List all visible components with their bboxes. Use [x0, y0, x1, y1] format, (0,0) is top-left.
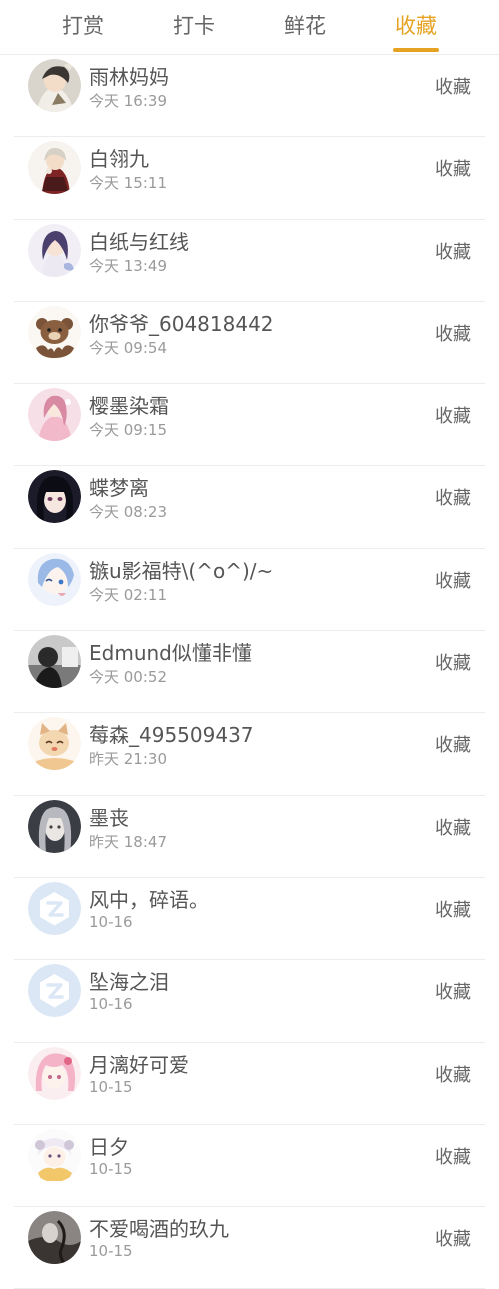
tab-label: 打赏: [62, 14, 104, 38]
tab-bar: 打赏 打卡 鲜花 收藏: [0, 0, 499, 55]
list-item[interactable]: 月漓好可爱 10-15 收藏: [0, 1043, 499, 1125]
list-item[interactable]: 白翎九今天 15:11 收藏: [0, 137, 499, 220]
favorite-label[interactable]: 收藏: [435, 484, 471, 510]
avatar[interactable]: [28, 717, 81, 771]
timestamp: 10-15: [89, 1242, 133, 1261]
list-item[interactable]: 雨林妈妈今天 16:39 收藏: [0, 55, 499, 138]
tab-reward[interactable]: 打赏: [48, 0, 118, 54]
favorite-label[interactable]: 收藏: [435, 1061, 471, 1087]
favorite-label[interactable]: 收藏: [435, 320, 471, 346]
avatar[interactable]: [28, 552, 81, 606]
user-name[interactable]: 你爷爷_604818442: [89, 308, 274, 337]
avatar[interactable]: [28, 1046, 81, 1100]
list-item[interactable]: 蝶梦离今天 08:23 收藏: [0, 466, 499, 549]
timestamp: 10-16: [89, 912, 133, 931]
favorite-label[interactable]: 收藏: [435, 73, 471, 99]
avatar[interactable]: [28, 1128, 81, 1182]
favorite-label[interactable]: 收藏: [435, 1225, 471, 1251]
tab-underline: [393, 48, 439, 52]
favorite-label[interactable]: 收藏: [435, 1143, 471, 1169]
tab-label: 打卡: [173, 14, 215, 38]
tab-checkin[interactable]: 打卡: [159, 0, 229, 54]
list-item[interactable]: 你爷爷_604818442 今天 09:54 收藏: [0, 302, 499, 385]
favorite-label[interactable]: 收藏: [435, 896, 471, 922]
timestamp: 10-15: [89, 1077, 133, 1096]
user-name[interactable]: 蝶梦离: [89, 472, 149, 501]
user-name[interactable]: 莓森_495509437: [89, 719, 254, 748]
list-item[interactable]: 风中，碎语。 10-16 收藏: [0, 878, 499, 961]
user-name[interactable]: 坠海之泪: [89, 966, 169, 995]
avatar[interactable]: [28, 223, 81, 277]
list-item[interactable]: 莓森_495509437 昨天 21:30 收藏: [0, 713, 499, 796]
avatar[interactable]: [28, 141, 81, 195]
timestamp: 今天 09:54: [89, 338, 167, 357]
user-name[interactable]: 不爱喝酒的玖九: [89, 1213, 229, 1242]
timestamp: 今天 13:49: [89, 256, 167, 275]
user-name[interactable]: 白纸与红线: [89, 226, 189, 255]
user-name[interactable]: 镞u影福特\(^o^)/~: [89, 555, 273, 584]
user-name[interactable]: 墨丧: [89, 802, 129, 831]
list-item[interactable]: 樱墨染霜今天 09:15 收藏: [0, 384, 499, 467]
avatar[interactable]: [28, 59, 81, 112]
avatar[interactable]: [28, 799, 81, 853]
list-item[interactable]: 白纸与红线 今天 13:49 收藏: [0, 220, 499, 302]
list-item[interactable]: 不爱喝酒的玖九 10-15 收藏: [0, 1207, 499, 1289]
favorite-label[interactable]: 收藏: [435, 238, 471, 264]
avatar[interactable]: [28, 881, 81, 935]
list-item[interactable]: Edmund似懂非懂今天 00:52 收藏: [0, 631, 499, 714]
timestamp: 今天 02:11: [89, 585, 167, 604]
timestamp: 今天 08:23: [89, 503, 167, 522]
favorite-label[interactable]: 收藏: [435, 649, 471, 675]
favorite-label[interactable]: 收藏: [435, 567, 471, 593]
timestamp: 昨天 18:47: [89, 832, 167, 851]
tab-favorites[interactable]: 收藏: [393, 0, 439, 54]
tab-label: 鲜花: [284, 14, 326, 38]
user-name[interactable]: 风中，碎语。: [89, 884, 209, 913]
user-name[interactable]: 白翎九: [89, 143, 149, 172]
list-item[interactable]: 坠海之泪 10-16 收藏: [0, 960, 499, 1043]
avatar[interactable]: [28, 470, 81, 524]
favorite-label[interactable]: 收藏: [435, 731, 471, 757]
favorite-label[interactable]: 收藏: [435, 978, 471, 1004]
user-name[interactable]: 月漓好可爱: [89, 1049, 189, 1078]
timestamp: 10-15: [89, 1159, 133, 1178]
timestamp: 10-16: [89, 995, 133, 1014]
avatar[interactable]: [28, 305, 81, 359]
avatar[interactable]: [28, 388, 81, 442]
tab-flowers[interactable]: 鲜花: [270, 0, 340, 54]
user-name[interactable]: Edmund似懂非懂: [89, 637, 252, 666]
tab-label: 收藏: [395, 14, 437, 38]
user-name[interactable]: 雨林妈妈: [89, 61, 169, 90]
list-item[interactable]: 墨丧 昨天 18:47 收藏: [0, 796, 499, 878]
user-name[interactable]: 樱墨染霜: [89, 390, 169, 419]
list-item[interactable]: 镞u影福特\(^o^)/~ 今天 02:11 收藏: [0, 549, 499, 632]
favorite-label[interactable]: 收藏: [435, 814, 471, 840]
timestamp: 今天 16:39: [89, 92, 167, 110]
favorite-label[interactable]: 收藏: [435, 155, 471, 181]
user-name[interactable]: 日夕: [89, 1131, 129, 1160]
favorite-label[interactable]: 收藏: [435, 402, 471, 428]
avatar[interactable]: [28, 1211, 81, 1265]
timestamp: 今天 15:11: [89, 174, 167, 193]
favorites-list: 雨林妈妈 今天 16:39 收藏 白翎九 今天 15:11 收藏 白纸与红线 今天 13:49…: [0, 55, 499, 1289]
avatar[interactable]: [28, 964, 81, 1018]
avatar[interactable]: [28, 635, 81, 689]
timestamp: 今天 09:15: [89, 421, 167, 440]
list-item[interactable]: 日夕 10-15 收藏: [0, 1125, 499, 1208]
timestamp: 今天 00:52: [89, 668, 167, 687]
timestamp: 昨天 21:30: [89, 750, 167, 769]
